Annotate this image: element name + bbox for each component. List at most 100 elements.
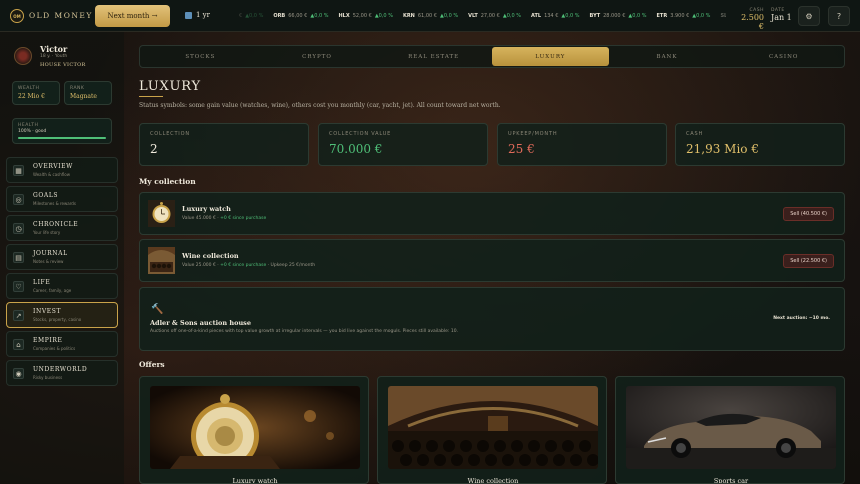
tab-luxury[interactable]: LUXURY bbox=[492, 47, 609, 66]
ticker-change: ▲0,0 % bbox=[561, 13, 580, 19]
ticker-item[interactable]: ETR 3.900 € ▲0,0 % bbox=[657, 13, 711, 19]
clock-icon: ◷ bbox=[13, 223, 24, 234]
next-month-button[interactable]: Next month → bbox=[95, 5, 170, 27]
kpi-card: COLLECTION 2 bbox=[139, 123, 309, 166]
kpi-value: 21,93 Mio € bbox=[686, 142, 759, 156]
sell-button[interactable]: Sell (40.500 €) bbox=[783, 207, 834, 221]
invest-tabs: STOCKS CRYPTO REAL ESTATE LUXURY BANK CASINO bbox=[139, 45, 845, 68]
grid-icon: ▦ bbox=[13, 165, 24, 176]
tab-real-estate[interactable]: REAL ESTATE bbox=[375, 47, 492, 66]
sidebar-item-life[interactable]: ♡ LIFE Career, family, age bbox=[6, 273, 118, 299]
auction-description: Auctions off one-of-a-kind pieces with t… bbox=[150, 329, 459, 334]
tab-casino[interactable]: CASINO bbox=[725, 47, 842, 66]
sell-button[interactable]: Sell (22.500 €) bbox=[783, 254, 834, 268]
kpi-value: 2 bbox=[150, 142, 158, 156]
tab-crypto[interactable]: CRYPTO bbox=[259, 47, 376, 66]
ticker-symbol: BYT bbox=[589, 13, 601, 19]
collection-item-extra: · Upkeep 25 €/month bbox=[266, 263, 316, 268]
offer-card[interactable]: Luxury watch bbox=[139, 376, 369, 484]
sidebar: Victor 18 y. · Youth HOUSE VICTOR WEALTH… bbox=[0, 32, 124, 484]
kpi-label: CASH bbox=[686, 131, 704, 137]
offer-image-car bbox=[626, 386, 836, 469]
auction-next: Next auction: ~10 mo. bbox=[773, 316, 830, 321]
offer-name: Sports car bbox=[713, 477, 749, 484]
collection-item-gain: +0 € since purchase bbox=[220, 263, 267, 268]
ticker-item[interactable]: € ▲0,0 % bbox=[236, 13, 263, 19]
speed-toggle[interactable]: 1 yr bbox=[185, 11, 210, 19]
gear-icon: ⚙ bbox=[805, 11, 813, 21]
page-description: Status symbols: some gain value (watches… bbox=[139, 102, 501, 109]
logo-text: OLD MONEY bbox=[29, 11, 93, 20]
ticker-price: 27,00 € bbox=[480, 13, 500, 19]
sidebar-item-label: JOURNAL bbox=[33, 250, 68, 257]
kpi-label: COLLECTION bbox=[150, 131, 190, 137]
offer-card[interactable]: Sports car bbox=[615, 376, 845, 484]
avatar[interactable] bbox=[14, 47, 32, 65]
sidebar-item-label: LIFE bbox=[33, 279, 51, 286]
auction-card[interactable]: 🔨 Adler & Sons auction house Auctions of… bbox=[139, 287, 845, 351]
sidebar-item-invest[interactable]: ↗ INVEST Stocks, property, casino bbox=[6, 302, 118, 328]
rank-value: Magnate bbox=[70, 93, 97, 100]
ticker-price: € bbox=[239, 13, 243, 19]
ticker-price: 134 € bbox=[544, 13, 559, 19]
collection-item: Luxury watch Value 45.000 € · +0 € since … bbox=[139, 192, 845, 235]
help-button[interactable]: ? bbox=[828, 6, 850, 26]
sidebar-item-subtitle: Career, family, age bbox=[33, 288, 72, 293]
ticker-change: ▲0,0 % bbox=[439, 13, 459, 19]
sidebar-item-subtitle: Wealth & cashflow bbox=[33, 172, 71, 177]
offer-name: Wine collection bbox=[467, 477, 519, 484]
sidebar-item-subtitle: Companies & politics bbox=[33, 346, 76, 351]
collection-title: My collection bbox=[139, 177, 196, 186]
trend-icon: ↗ bbox=[13, 310, 24, 321]
sidebar-item-journal[interactable]: ▤ JOURNAL Notes & review bbox=[6, 244, 118, 270]
sidebar-item-subtitle: Risky business bbox=[33, 375, 63, 380]
ticker-change: ▲0,0 % bbox=[628, 13, 647, 19]
ticker-price: 52,00 € bbox=[352, 13, 372, 19]
kpi-value: 70.000 € bbox=[329, 142, 383, 156]
ticker-price: 66,00 € bbox=[288, 13, 308, 19]
ticker-item[interactable]: SLV bbox=[720, 13, 726, 19]
ticker-item[interactable]: KRN 61,00 € ▲0,0 % bbox=[403, 13, 458, 19]
sidebar-item-label: CHRONICLE bbox=[33, 221, 79, 228]
tab-stocks[interactable]: STOCKS bbox=[142, 47, 259, 66]
ticker-item[interactable]: ORB 66,00 € ▲0,0 % bbox=[273, 13, 328, 19]
sidebar-item-overview[interactable]: ▦ OVERVIEW Wealth & cashflow bbox=[6, 157, 118, 183]
ticker-symbol: ORB bbox=[273, 13, 286, 19]
ticker-change: ▲0,0 % bbox=[374, 13, 393, 19]
ticker-change: ▲0,0 % bbox=[502, 13, 521, 19]
hammer-icon: 🔨 bbox=[151, 304, 164, 315]
health-label: HEALTH bbox=[18, 123, 39, 128]
cash-value: 2.500 € bbox=[741, 13, 764, 31]
player-name: Victor bbox=[40, 44, 68, 54]
tab-bank[interactable]: BANK bbox=[609, 47, 726, 66]
empire-icon: ⌂ bbox=[13, 339, 24, 350]
sidebar-item-label: UNDERWORLD bbox=[33, 366, 88, 373]
top-bar: OM OLD MONEY Next month → 1 yr € ▲0,0 % OR… bbox=[0, 0, 860, 32]
ticker-change: ▲0,0 % bbox=[692, 13, 711, 19]
rank-label: RANK bbox=[70, 86, 85, 91]
ticker-symbol: HLX bbox=[338, 13, 350, 19]
ticker-symbol: KRN bbox=[402, 13, 415, 19]
title-underline bbox=[139, 96, 163, 97]
collection-item: Wine collection Value 25.000 € · +0 € sin… bbox=[139, 239, 845, 282]
sidebar-item-empire[interactable]: ⌂ EMPIRE Companies & politics bbox=[6, 331, 118, 357]
ticker-change: ▲0,0 % bbox=[245, 13, 264, 19]
kpi-card: CASH 21,93 Mio € bbox=[675, 123, 845, 166]
settings-button[interactable]: ⚙ bbox=[798, 6, 820, 26]
ticker-item[interactable]: HLX 52,00 € ▲0,0 % bbox=[338, 13, 392, 19]
ticker-price: 61,00 € bbox=[417, 13, 437, 19]
ticker-item[interactable]: ATL 134 € ▲0,0 % bbox=[531, 13, 580, 19]
heart-icon: ♡ bbox=[13, 281, 24, 292]
offer-card[interactable]: Wine collection bbox=[377, 376, 607, 484]
sidebar-item-chronicle[interactable]: ◷ CHRONICLE Your life story bbox=[6, 215, 118, 241]
date-display: DATE Jan 1 bbox=[771, 8, 793, 22]
collection-item-value: Value 45.000 € · bbox=[182, 216, 221, 221]
player-house: HOUSE VICTOR bbox=[40, 62, 86, 68]
auction-title: Adler & Sons auction house bbox=[150, 319, 251, 327]
sidebar-item-goals[interactable]: ◎ GOALS Milestones & rewards bbox=[6, 186, 118, 212]
wealth-value: 22 Mio € bbox=[18, 93, 45, 100]
ticker-item[interactable]: VLT 27,00 € ▲0,0 % bbox=[468, 13, 521, 19]
sidebar-item-underworld[interactable]: ◉ UNDERWORLD Risky business bbox=[6, 360, 118, 386]
ticker-item[interactable]: BYT 28.000 € ▲0,0 % bbox=[590, 13, 647, 19]
journal-icon: ▤ bbox=[13, 252, 24, 263]
